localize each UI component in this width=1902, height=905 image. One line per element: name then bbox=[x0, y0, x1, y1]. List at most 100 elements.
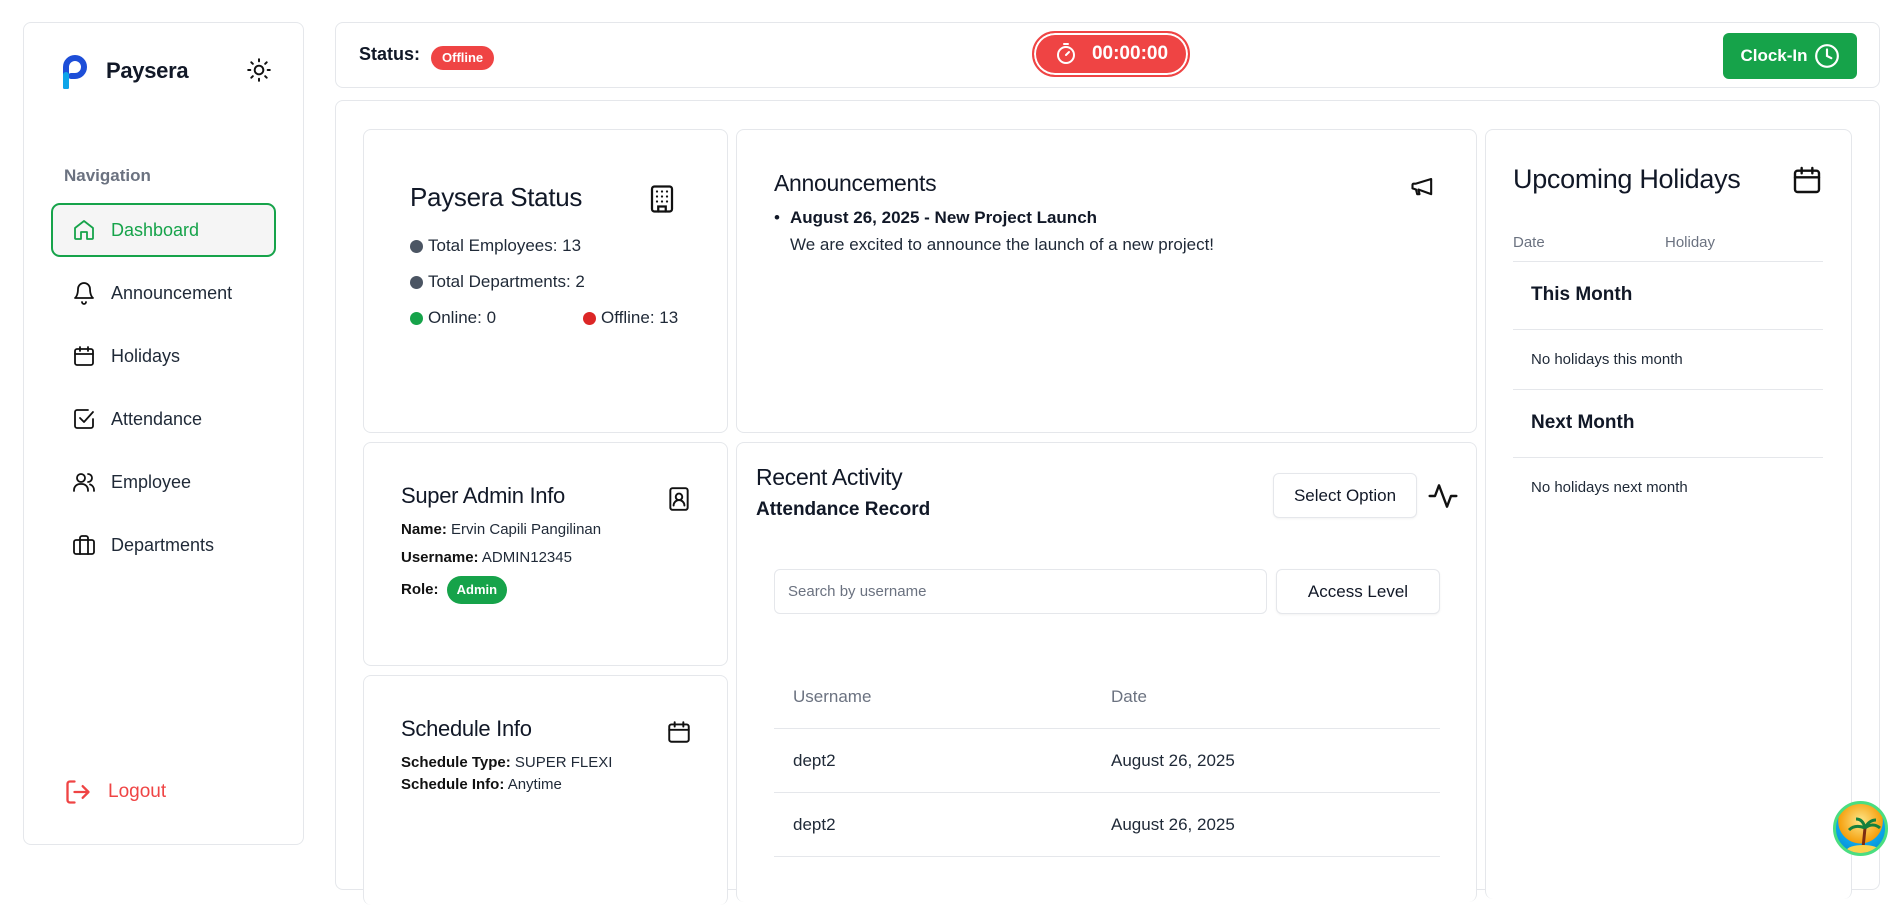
nav-heading: Navigation bbox=[64, 166, 151, 185]
admin-role-row: Role: Admin bbox=[401, 576, 508, 604]
table-row[interactable]: dept2 August 26, 2025 bbox=[774, 729, 1440, 793]
sidebar-item-label: Announcement bbox=[111, 282, 233, 303]
select-option-button[interactable]: Select Option bbox=[1273, 473, 1417, 518]
clock-in-button[interactable]: Clock-In bbox=[1723, 33, 1857, 79]
stat-online: Online: 0 bbox=[410, 308, 496, 328]
logout-label: Logout bbox=[108, 781, 167, 802]
schedule-type-value: SUPER FLEXI bbox=[514, 754, 613, 771]
sidebar: Paysera Navigation Dashboard Announcemen… bbox=[23, 22, 304, 845]
sidebar-item-dashboard[interactable]: Dashboard bbox=[51, 203, 276, 257]
stat-text: Total Departments: 2 bbox=[428, 272, 585, 291]
this-month-empty: No holidays this month bbox=[1531, 351, 1683, 368]
clock-in-label: Clock-In bbox=[1740, 46, 1808, 65]
users-icon bbox=[71, 469, 97, 495]
timer-value: 00:00:00 bbox=[1091, 43, 1169, 64]
paysera-logo-icon bbox=[63, 55, 87, 89]
announcements-title: Announcements bbox=[774, 170, 937, 196]
schedule-info-card: Schedule Info Schedule Type: SUPER FLEXI… bbox=[363, 675, 728, 905]
recent-activity-card: Recent Activity Attendance Record Select… bbox=[736, 442, 1477, 902]
cell-username: dept2 bbox=[793, 814, 836, 834]
col-holiday: Holiday bbox=[1665, 234, 1716, 251]
admin-username-row: Username: ADMIN12345 bbox=[401, 549, 572, 566]
next-month-empty-row: No holidays next month bbox=[1513, 458, 1823, 518]
schedule-type-label: Schedule Type: bbox=[401, 754, 511, 771]
schedule-type-row: Schedule Type: SUPER FLEXI bbox=[401, 754, 612, 771]
sidebar-item-label: Attendance bbox=[111, 408, 203, 429]
admin-name-label: Name: bbox=[401, 521, 447, 538]
island-icon bbox=[1847, 817, 1881, 853]
cell-date: August 26, 2025 bbox=[1111, 750, 1235, 770]
schedule-card-title: Schedule Info bbox=[401, 716, 532, 741]
stat-total-employees: Total Employees: 13 bbox=[410, 236, 581, 256]
next-month-title: Next Month bbox=[1531, 412, 1635, 433]
activity-subtitle: Attendance Record bbox=[756, 499, 931, 520]
online-dot bbox=[410, 311, 423, 325]
attendance-table: Username Date dept2 August 26, 2025 dept… bbox=[774, 665, 1440, 857]
sidebar-item-departments[interactable]: Departments bbox=[51, 518, 276, 572]
this-month-empty-row: No holidays this month bbox=[1513, 330, 1823, 390]
sidebar-item-holidays[interactable]: Holidays bbox=[51, 329, 276, 383]
topbar: Status: Offline 00:00:00 Clock-In bbox=[335, 22, 1880, 88]
calendar-icon bbox=[71, 343, 97, 369]
next-month-section: Next Month bbox=[1513, 390, 1823, 458]
announcement-item-body: We are excited to announce the launch of… bbox=[790, 235, 1215, 254]
sidebar-item-employee[interactable]: Employee bbox=[51, 455, 276, 509]
col-date: Date bbox=[1513, 234, 1545, 251]
megaphone-icon bbox=[1411, 177, 1433, 196]
announcements-card: Announcements • August 26, 2025 - New Pr… bbox=[736, 129, 1477, 433]
bullet: • bbox=[774, 208, 780, 227]
select-option-label: Select Option bbox=[1293, 485, 1397, 505]
announcement-item-title[interactable]: August 26, 2025 - New Project Launch bbox=[790, 208, 1097, 228]
stat-text: Offline: 13 bbox=[601, 308, 679, 327]
home-icon bbox=[71, 217, 97, 243]
stat-total-departments: Total Departments: 2 bbox=[410, 272, 585, 292]
offline-dot bbox=[583, 311, 596, 325]
this-month-section: This Month bbox=[1513, 262, 1823, 330]
briefcase-icon bbox=[71, 532, 97, 558]
sidebar-item-attendance[interactable]: Attendance bbox=[51, 392, 276, 446]
holidays-table-header: Date Holiday bbox=[1513, 226, 1823, 262]
sidebar-item-label: Holidays bbox=[111, 345, 181, 366]
logout-button[interactable]: Logout bbox=[64, 778, 166, 806]
access-level-button[interactable]: Access Level bbox=[1276, 569, 1440, 614]
this-month-title: This Month bbox=[1531, 284, 1633, 305]
work-timer: 00:00:00 bbox=[1032, 31, 1190, 77]
schedule-info-value: Anytime bbox=[507, 776, 562, 793]
calendar-icon bbox=[668, 721, 690, 743]
neutral-dot bbox=[410, 239, 423, 253]
activity-title: Recent Activity bbox=[756, 464, 903, 490]
super-admin-info-card: Super Admin Info Name: Ervin Capili Pang… bbox=[363, 442, 728, 666]
table-row[interactable]: dept2 August 26, 2025 bbox=[774, 793, 1440, 857]
paysera-status-card: Paysera Status Total Employees: 13 Total… bbox=[363, 129, 728, 433]
stat-offline: Offline: 13 bbox=[583, 308, 678, 328]
calendar-icon bbox=[1793, 166, 1821, 194]
admin-card-title: Super Admin Info bbox=[401, 483, 565, 508]
schedule-info-label: Schedule Info: bbox=[401, 776, 505, 793]
admin-username-value: ADMIN12345 bbox=[481, 549, 572, 566]
search-input[interactable] bbox=[774, 569, 1267, 614]
stat-text: Total Employees: 13 bbox=[428, 236, 582, 255]
brand[interactable]: Paysera bbox=[60, 53, 189, 89]
col-username: Username bbox=[793, 686, 872, 706]
sidebar-item-label: Dashboard bbox=[111, 219, 200, 240]
admin-name-row: Name: Ervin Capili Pangilinan bbox=[401, 521, 601, 538]
stat-text: Online: 0 bbox=[428, 308, 497, 327]
status-badge: Offline bbox=[431, 46, 495, 70]
sidebar-item-label: Employee bbox=[111, 471, 192, 492]
col-date: Date bbox=[1111, 686, 1147, 706]
sidebar-item-announcement[interactable]: Announcement bbox=[51, 266, 276, 320]
upcoming-holidays-card: Upcoming Holidays Date Holiday This Mont… bbox=[1485, 129, 1852, 899]
sidebar-item-label: Departments bbox=[111, 534, 215, 555]
clock-icon bbox=[1814, 44, 1839, 68]
admin-role-label: Role: bbox=[401, 580, 439, 598]
next-month-empty: No holidays next month bbox=[1531, 479, 1688, 496]
sidebar-nav: Dashboard Announcement Holidays Attendan… bbox=[51, 203, 276, 581]
status-card-title: Paysera Status bbox=[410, 182, 583, 212]
access-level-label: Access Level bbox=[1307, 581, 1409, 601]
assistant-avatar-button[interactable] bbox=[1833, 801, 1888, 856]
role-badge: Admin bbox=[446, 576, 508, 604]
status-label: Status: bbox=[359, 44, 421, 64]
sun-icon[interactable] bbox=[246, 57, 272, 83]
dashboard-main: Paysera Status Total Employees: 13 Total… bbox=[335, 100, 1880, 905]
brand-name: Paysera bbox=[106, 58, 189, 83]
